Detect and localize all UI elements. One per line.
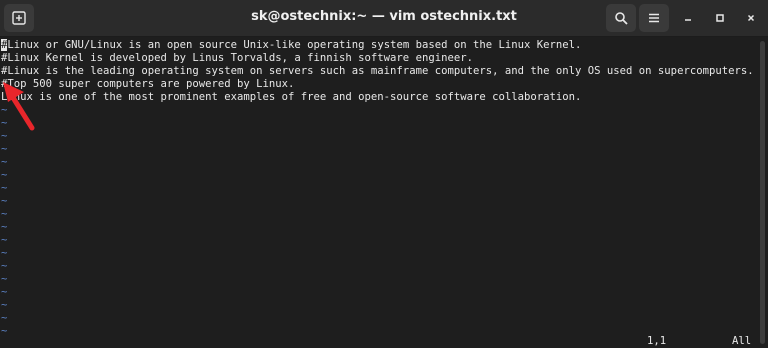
empty-line-tilde: ~ xyxy=(1,247,8,259)
close-icon xyxy=(747,14,755,22)
empty-line-tilde: ~ xyxy=(1,312,8,324)
line-text: Linux or GNU/Linux is an open source Uni… xyxy=(7,39,582,51)
empty-line-tilde: ~ xyxy=(1,221,8,233)
maximize-icon xyxy=(716,14,724,22)
minimize-icon xyxy=(685,19,691,21)
empty-line-tilde: ~ xyxy=(1,325,8,337)
terminal-area[interactable]: #Linux or GNU/Linux is an open source Un… xyxy=(0,37,756,348)
title-bar: sk@ostechnix:~ — vim ostechnix.txt xyxy=(0,0,768,37)
empty-line-tilde: ~ xyxy=(1,195,8,207)
scrollbar[interactable] xyxy=(756,37,768,348)
search-button[interactable] xyxy=(606,4,636,32)
empty-line-tilde: ~ xyxy=(1,208,8,220)
empty-line-tilde: ~ xyxy=(1,299,8,311)
empty-line-tilde: ~ xyxy=(1,182,8,194)
empty-line-tilde: ~ xyxy=(1,286,8,298)
empty-line-tilde: ~ xyxy=(1,156,8,168)
search-icon xyxy=(615,12,628,25)
minimize-button[interactable] xyxy=(679,9,697,27)
empty-line-tilde: ~ xyxy=(1,169,8,181)
red-arrow-annotation-icon xyxy=(3,82,35,131)
hamburger-menu-icon xyxy=(649,13,659,23)
menu-button[interactable] xyxy=(639,4,669,32)
editor-line: #Linux or GNU/Linux is an open source Un… xyxy=(1,39,581,52)
empty-line-tilde: ~ xyxy=(1,260,8,272)
close-button[interactable] xyxy=(742,9,760,27)
editor-line: Linux is one of the most prominent examp… xyxy=(1,91,582,103)
empty-line-tilde: ~ xyxy=(1,273,8,285)
editor-line: #Linux is the leading operating system o… xyxy=(1,65,754,77)
cursor-position-status: 1,1 xyxy=(647,335,667,347)
editor-line: #Linux Kernel is developed by Linus Torv… xyxy=(1,52,473,64)
scroll-position-status: All xyxy=(732,335,752,347)
empty-line-tilde: ~ xyxy=(1,143,8,155)
maximize-button[interactable] xyxy=(711,9,729,27)
scrollbar-thumb[interactable] xyxy=(760,41,765,344)
empty-line-tilde: ~ xyxy=(1,234,8,246)
